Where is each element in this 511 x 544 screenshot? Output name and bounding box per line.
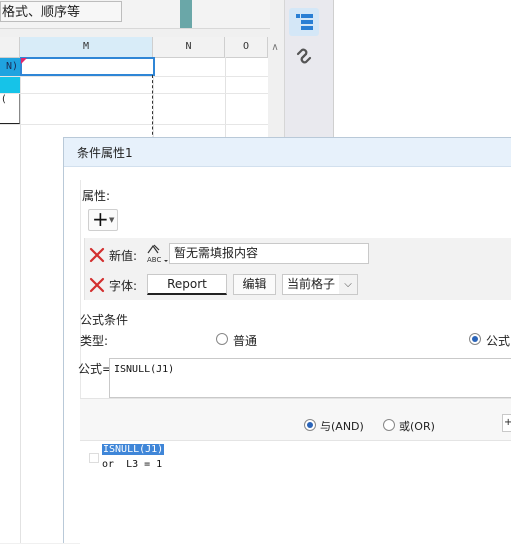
logic-band: [80, 398, 511, 441]
condition-item[interactable]: or L3 = 1: [102, 459, 162, 470]
condition-item-selected[interactable]: ISNULL(J1): [102, 444, 165, 455]
right-blank-area: [334, 0, 511, 140]
column-header-m[interactable]: M: [20, 37, 153, 57]
cell-properties-icon: [296, 14, 313, 30]
and-label[interactable]: 与(AND): [320, 418, 364, 434]
close-icon: [89, 277, 105, 293]
delete-font-button[interactable]: [88, 276, 106, 294]
svg-text:ABC: ABC: [147, 256, 161, 264]
link-button[interactable]: [289, 42, 319, 70]
type-normal-label[interactable]: 普通: [233, 332, 257, 349]
column-header-corner: [0, 37, 20, 57]
formula-value: ISNULL(J1): [114, 364, 175, 375]
row-cell-highlight[interactable]: N): [0, 58, 20, 76]
grid-line: [20, 57, 21, 543]
formula-label: 公式=: [78, 362, 113, 376]
type-label: 类型:: [80, 334, 109, 348]
or-radio[interactable]: [383, 419, 395, 431]
teal-divider: [180, 0, 192, 28]
column-header-o[interactable]: O: [225, 37, 268, 57]
column-header-n[interactable]: N: [153, 37, 225, 57]
add-condition-button[interactable]: +: [502, 414, 511, 432]
cell-properties-button[interactable]: [289, 8, 319, 36]
selected-cell-m[interactable]: [20, 57, 155, 76]
font-preview[interactable]: Report: [147, 274, 227, 295]
scope-select[interactable]: 当前格子: [282, 274, 340, 295]
edit-font-button[interactable]: 编辑: [233, 274, 276, 295]
delete-new-value-button[interactable]: [88, 246, 106, 264]
plus-icon: +: [92, 207, 109, 231]
new-value-field[interactable]: 暂无需填报内容: [169, 243, 369, 264]
close-icon: [89, 247, 105, 263]
grid-line: [0, 124, 268, 125]
type-normal-radio[interactable]: [216, 333, 228, 345]
properties-label: 属性:: [82, 189, 111, 203]
font-label: 字体:: [109, 279, 138, 293]
dialog-title: 条件属性1: [77, 146, 133, 160]
grid-line: [0, 76, 268, 77]
type-formula-radio[interactable]: [469, 333, 481, 345]
chevron-down-icon[interactable]: ⌵: [339, 274, 358, 295]
hint-text-box: 格式、顺序等: [0, 1, 122, 22]
caret-down-icon: ▼: [109, 216, 115, 224]
grid-line: [0, 93, 268, 94]
condition-checkbox[interactable]: [89, 453, 99, 463]
cell-flag-marker: [21, 58, 27, 64]
formula-section-title: 公式条件: [80, 313, 129, 327]
and-radio[interactable]: [304, 419, 316, 431]
new-value-label: 新值:: [109, 249, 138, 263]
type-formula-label[interactable]: 公式: [486, 332, 510, 349]
scroll-up-icon[interactable]: ∧: [269, 42, 281, 54]
text-value-icon[interactable]: ABC: [145, 243, 169, 265]
or-label[interactable]: 或(OR): [399, 418, 435, 434]
condition-list[interactable]: [80, 440, 511, 544]
page-break-line: [152, 75, 153, 145]
row-cell-bordered[interactable]: (: [0, 94, 20, 124]
link-icon: [296, 48, 312, 64]
row-cell-cyan[interactable]: [0, 77, 20, 93]
